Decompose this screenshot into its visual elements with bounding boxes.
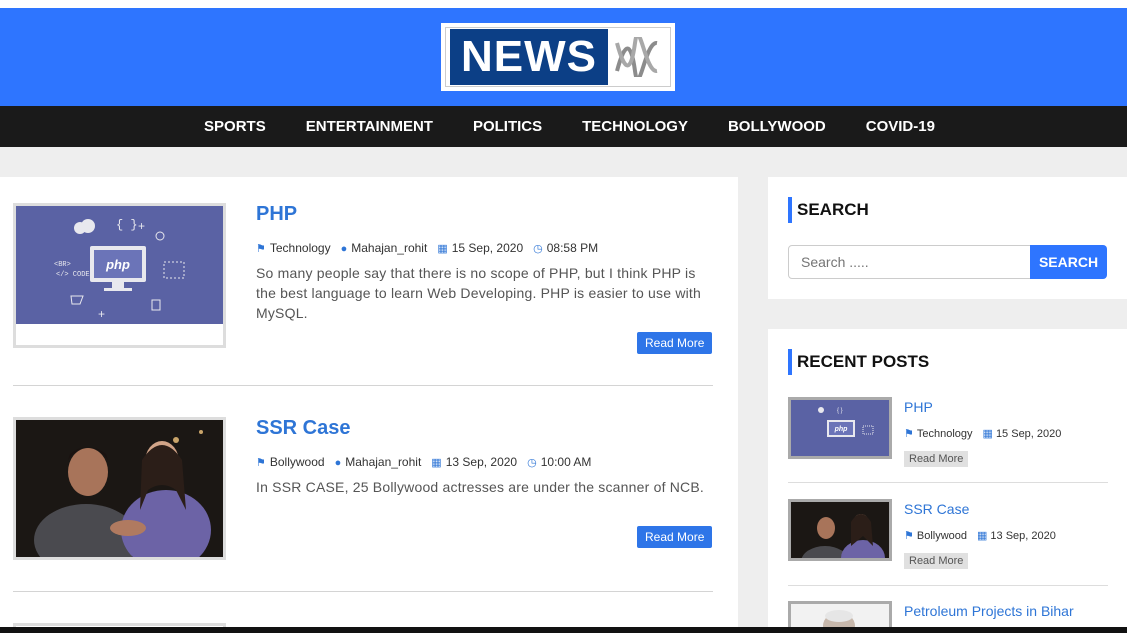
post-card: php { } + <BR> </> CODE + PHP ⚑ Technolog…: [13, 203, 713, 383]
post-time-label: 10:00 AM: [540, 455, 592, 469]
recent-post-title[interactable]: Petroleum Projects in Bihar: [904, 603, 1074, 619]
recent-post-category[interactable]: ⚑ Technology: [904, 427, 973, 440]
post-excerpt: So many people say that there is no scop…: [256, 265, 702, 321]
post-category-label: Bollywood: [269, 455, 325, 469]
recent-post-item: php { } PHP ⚑ Technology ▦ 15 Sep, 2020 Re…: [788, 397, 1108, 477]
tags-icon: ⚑: [904, 530, 914, 542]
ssr-case-photo-icon: [16, 420, 223, 557]
recent-post-thumbnail[interactable]: php { }: [788, 397, 892, 459]
post-list: php { } + <BR> </> CODE + PHP ⚑ Technolog…: [0, 177, 738, 633]
abc-logo-mark: [608, 29, 666, 85]
post-meta: ⚑ Bollywood ● Mahajan_rohit ▦ 13 Sep, 2020 …: [256, 455, 591, 469]
recent-post-divider: [788, 585, 1108, 586]
post-title[interactable]: PHP: [256, 203, 297, 226]
tags-icon: ⚑: [256, 457, 266, 469]
svg-text:php: php: [834, 426, 849, 433]
site-header: NEWS: [0, 8, 1127, 106]
recent-post-item: SSR Case ⚑ Bollywood ▦ 13 Sep, 2020 Read M…: [788, 499, 1108, 579]
recent-post-meta: ⚑ Technology ▦ 15 Sep, 2020: [904, 427, 1061, 440]
recent-post-date-label: 15 Sep, 2020: [995, 428, 1062, 440]
recent-posts-title: RECENT POSTS: [788, 349, 929, 375]
recent-post-divider: [788, 482, 1108, 483]
logo-frame: NEWS: [445, 27, 671, 87]
post-divider: [13, 385, 713, 386]
recent-post-category-label: Technology: [916, 428, 973, 440]
recent-post-meta: ⚑ Bollywood ▦ 13 Sep, 2020: [904, 529, 1056, 542]
post-date-label: 13 Sep, 2020: [445, 455, 518, 469]
post-card: SSR Case ⚑ Bollywood ● Mahajan_rohit ▦ 13 S…: [13, 417, 713, 567]
post-divider: [13, 591, 713, 592]
post-time: ◷ 10:00 AM: [527, 455, 591, 469]
post-time-label: 08:58 PM: [546, 241, 599, 255]
clock-icon: ◷: [527, 457, 537, 469]
search-button[interactable]: SEARCH: [1030, 245, 1107, 279]
read-more-button[interactable]: Read More: [637, 526, 713, 548]
post-category[interactable]: ⚑ Technology: [256, 241, 331, 255]
tags-icon: ⚑: [904, 428, 914, 440]
nav-entertainment[interactable]: ENTERTAINMENT: [306, 118, 433, 135]
recent-read-more-button[interactable]: Read More: [904, 451, 969, 467]
nav-covid-19[interactable]: COVID-19: [866, 118, 935, 135]
post-category-label: Technology: [269, 241, 331, 255]
svg-text:php: php: [105, 257, 130, 272]
bottom-window-edge: [0, 627, 1127, 633]
post-author-label: Mahajan_rohit: [345, 455, 422, 469]
recent-read-more-button[interactable]: Read More: [904, 553, 969, 569]
nav-sports[interactable]: SPORTS: [204, 118, 266, 135]
recent-posts-widget: RECENT POSTS php { } PHP ⚑ Technology ▦ 15…: [768, 329, 1127, 633]
post-excerpt: In SSR CASE, 25 Bollywood actresses are …: [256, 479, 704, 495]
recent-post-date: ▦ 15 Sep, 2020: [983, 427, 1062, 440]
post-thumbnail[interactable]: php { } + <BR> </> CODE +: [13, 203, 226, 348]
post-author[interactable]: ● Mahajan_rohit: [335, 455, 422, 469]
search-widget: SEARCH SEARCH: [768, 177, 1127, 299]
post-date: ▦ 13 Sep, 2020: [431, 455, 517, 469]
post-author[interactable]: ● Mahajan_rohit: [341, 241, 428, 255]
post-thumbnail[interactable]: [13, 417, 226, 560]
user-icon: ●: [334, 457, 342, 469]
user-icon: ●: [340, 243, 348, 255]
read-more-button[interactable]: Read More: [637, 332, 713, 354]
abc-wave-icon: [615, 37, 658, 77]
svg-text:{ }: { }: [837, 408, 843, 414]
logo-news-text: NEWS: [450, 29, 608, 85]
recent-post-date-label: 13 Sep, 2020: [990, 530, 1056, 542]
post-date-label: 15 Sep, 2020: [451, 241, 524, 255]
recent-post-category[interactable]: ⚑ Bollywood: [904, 529, 967, 542]
post-meta: ⚑ Technology ● Mahajan_rohit ▦ 15 Sep, 2020…: [256, 241, 598, 255]
svg-text:+: +: [138, 219, 145, 233]
nav-politics[interactable]: POLITICS: [473, 118, 542, 135]
recent-post-thumbnail[interactable]: [788, 499, 892, 561]
recent-post-date: ▦ 13 Sep, 2020: [977, 529, 1056, 542]
post-title[interactable]: SSR Case: [256, 417, 351, 440]
site-logo[interactable]: NEWS: [441, 23, 675, 91]
post-category[interactable]: ⚑ Bollywood: [256, 455, 325, 469]
svg-text:</> CODE: </> CODE: [56, 271, 90, 279]
search-input[interactable]: [788, 245, 1031, 279]
calendar-icon: ▦: [982, 428, 993, 440]
ssr-case-photo-icon: [791, 502, 889, 558]
svg-text:{ }: { }: [116, 218, 138, 232]
calendar-icon: ▦: [437, 243, 448, 255]
recent-post-title[interactable]: SSR Case: [904, 501, 969, 517]
php-illustration-icon: php { }: [791, 400, 889, 456]
clock-icon: ◷: [533, 243, 543, 255]
main-nav: SPORTS ENTERTAINMENT POLITICS TECHNOLOGY…: [0, 106, 1127, 147]
post-author-label: Mahajan_rohit: [351, 241, 428, 255]
nav-bollywood[interactable]: BOLLYWOOD: [728, 118, 826, 135]
calendar-icon: ▦: [431, 457, 442, 469]
browser-top-strip: [0, 0, 1127, 8]
post-time: ◷ 08:58 PM: [533, 241, 598, 255]
search-widget-title: SEARCH: [788, 197, 869, 223]
calendar-icon: ▦: [977, 530, 988, 542]
post-date: ▦ 15 Sep, 2020: [437, 241, 523, 255]
php-illustration-icon: php { } + <BR> </> CODE +: [16, 206, 223, 324]
nav-technology[interactable]: TECHNOLOGY: [582, 118, 688, 135]
recent-post-category-label: Bollywood: [916, 530, 968, 542]
recent-post-title[interactable]: PHP: [904, 399, 933, 415]
tags-icon: ⚑: [256, 243, 266, 255]
svg-text:+: +: [98, 307, 105, 321]
svg-text:<BR>: <BR>: [54, 261, 71, 269]
